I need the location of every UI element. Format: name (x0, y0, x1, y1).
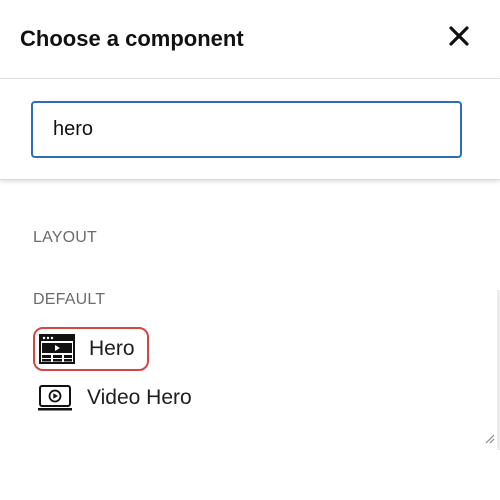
section-label-layout: LAYOUT (33, 229, 98, 246)
dialog-header: Choose a component (0, 0, 500, 79)
search-area (0, 79, 500, 180)
video-hero-icon (38, 385, 72, 411)
section-label-default: DEFAULT (33, 291, 106, 308)
component-item-video-hero[interactable]: Video Hero (33, 376, 213, 420)
close-icon (449, 26, 469, 46)
hero-layout-icon (39, 334, 75, 364)
resize-handle-icon[interactable] (481, 430, 495, 444)
component-item-hero[interactable]: Hero (33, 327, 149, 371)
component-picker-panel: Choose a component LAYOUT DEFAULT Her (0, 0, 500, 500)
close-button[interactable] (446, 23, 472, 49)
search-input[interactable] (31, 101, 462, 158)
component-label-video-hero: Video Hero (87, 386, 192, 409)
dialog-title: Choose a component (20, 26, 244, 51)
component-label-hero: Hero (89, 337, 135, 360)
